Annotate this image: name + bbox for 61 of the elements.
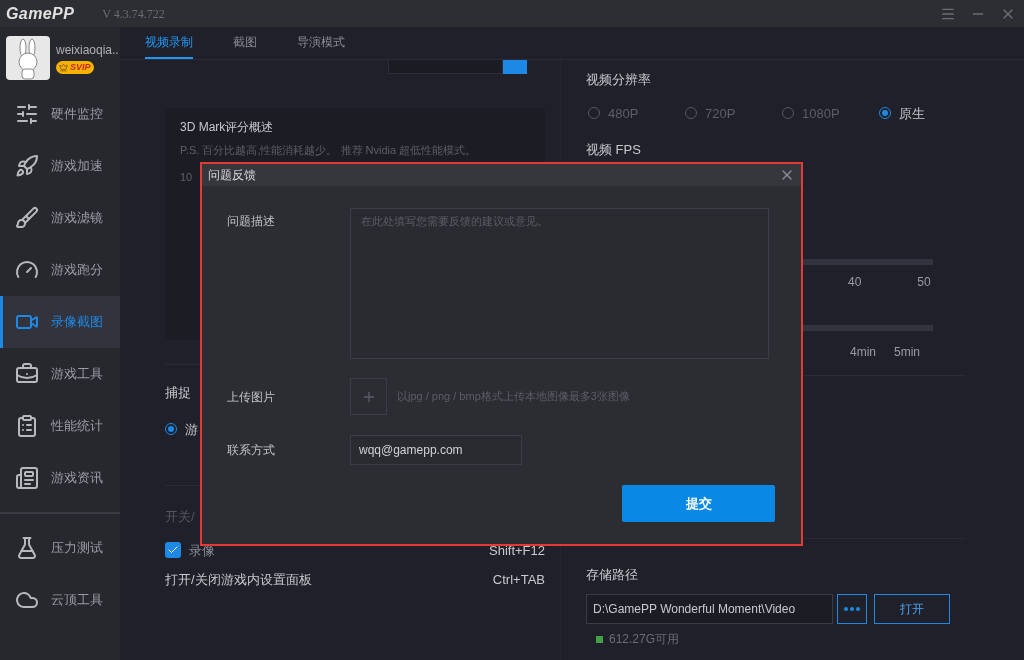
section-title: 视频分辨率 [586, 71, 651, 89]
section-title: 存储路径 [586, 565, 638, 584]
sidebar-item[interactable]: 性能统计 [0, 400, 120, 452]
sidebar-item[interactable]: 游戏跑分 [0, 244, 120, 296]
submit-button[interactable]: 提交 [622, 485, 775, 522]
field-label: 联系方式 [227, 442, 275, 459]
tick-label: 5min [894, 343, 921, 361]
section-title: 3D Mark评分概述 [180, 119, 275, 136]
sidebar-item[interactable]: 游戏工具 [0, 348, 120, 400]
rocket-icon [15, 154, 39, 178]
browse-button[interactable] [837, 594, 867, 624]
tick-label: 4min [850, 343, 876, 361]
upload-button[interactable] [350, 378, 387, 415]
user-name: weixiaoqia.. [56, 41, 119, 59]
dropdown-field[interactable] [388, 60, 503, 74]
status-icon [596, 635, 603, 643]
radio-label: 游 [185, 420, 198, 439]
free-space-text: 612.27G可用 [609, 631, 680, 648]
path-field[interactable]: D:\GamePP Wonderful Moment\Video [586, 594, 833, 624]
flask-icon [15, 536, 39, 560]
section-title: 视频 FPS [586, 141, 641, 159]
tab[interactable]: 视频录制 [145, 27, 193, 59]
radio-label: 1080P [802, 104, 840, 123]
field-label: 问题描述 [227, 213, 276, 230]
version-label: V 4.3.74.722 [102, 5, 165, 23]
hotkey-label: 录像 [189, 541, 215, 560]
tick-label: 50 [917, 273, 931, 291]
hotkey-label: 打开/关闭游戏内设置面板 [165, 571, 312, 589]
vip-badge: SVIP [56, 60, 94, 75]
app-logo: GamePP [6, 3, 75, 24]
newspaper-icon [15, 466, 39, 490]
section-title: 捕捉 [165, 384, 191, 402]
slider-track[interactable] [803, 258, 933, 265]
clipboard-icon [15, 414, 39, 438]
open-button[interactable]: 打开 [874, 594, 950, 624]
axis-label: 10 [180, 169, 193, 185]
sidebar-item[interactable]: 压力测试 [0, 522, 120, 574]
sidebar-item[interactable]: 云顶工具 [0, 574, 120, 626]
hotkey-value: Shift+F12 [489, 541, 545, 560]
tick-label: 40 [848, 273, 862, 291]
tab[interactable]: 导演模式 [297, 27, 345, 59]
radio-label: 480P [608, 104, 639, 123]
radio-label: 原生 [899, 104, 925, 123]
dialog-title: 问题反馈 [208, 167, 256, 184]
tab[interactable]: 截图 [233, 27, 257, 59]
field-label: 上传图片 [227, 388, 275, 406]
sidebar-item[interactable]: 游戏资讯 [0, 452, 120, 504]
sidebar-item[interactable]: 硬件监控 [0, 88, 120, 140]
checkbox[interactable] [165, 542, 181, 559]
sliders-icon [15, 102, 39, 126]
contact-field[interactable]: wqq@gamepp.com [350, 435, 522, 465]
radio-label: 720P [705, 104, 736, 123]
hotkey-value: Ctrl+TAB [492, 571, 545, 589]
briefcase-icon [15, 362, 39, 386]
avatar-icon [6, 35, 50, 80]
brush-icon [15, 206, 39, 230]
sidebar-item[interactable]: 游戏滤镜 [0, 192, 120, 244]
sidebar-item[interactable]: 游戏加速 [0, 140, 120, 192]
more-icon [844, 607, 860, 611]
slider-track[interactable] [803, 324, 933, 331]
sidebar-item[interactable]: 录像截图 [0, 296, 120, 348]
